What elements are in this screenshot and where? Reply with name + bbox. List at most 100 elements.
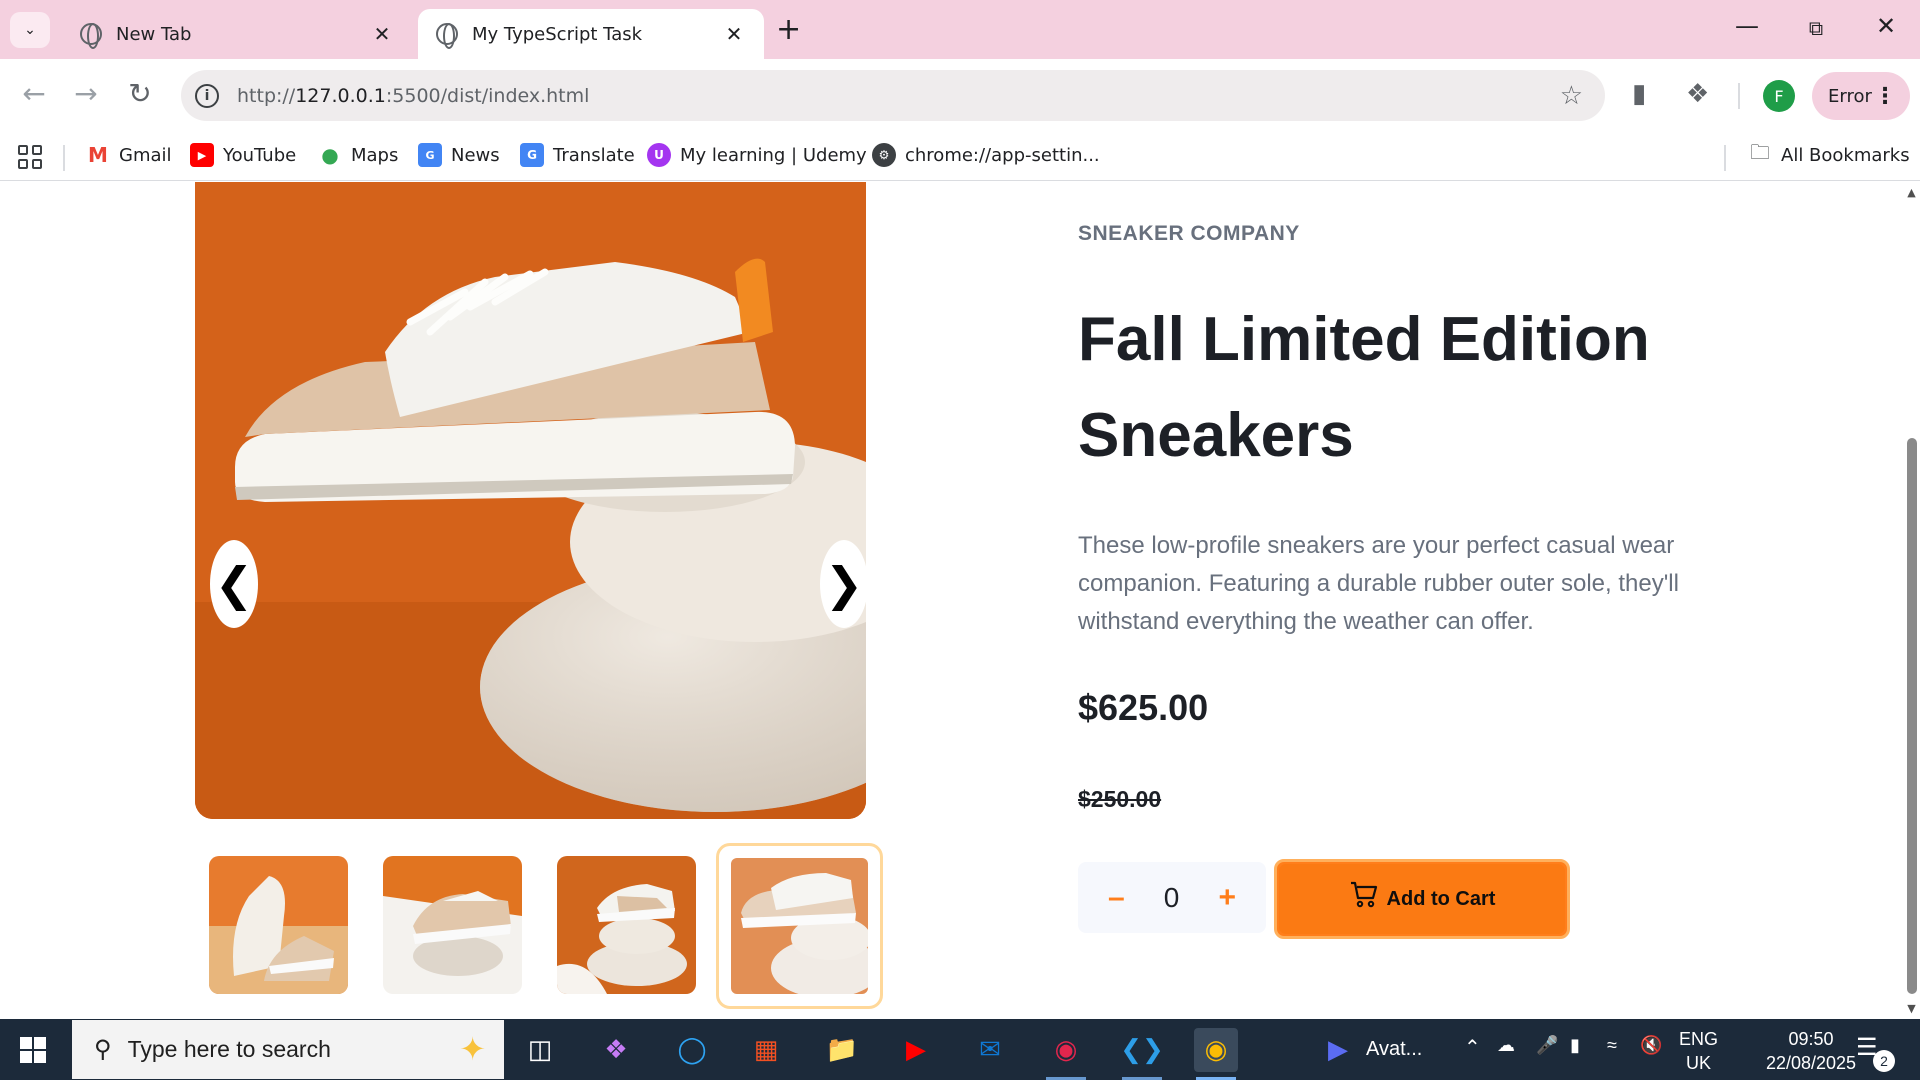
wifi-icon[interactable]: ≈ [1607, 1035, 1617, 1056]
bookmarks-divider [63, 145, 65, 171]
clock-date: 22/08/2025 [1765, 1053, 1857, 1073]
outlook-icon[interactable]: ✉ [968, 1028, 1012, 1072]
product-hero-image: ❮ ❯ [195, 182, 866, 819]
windows-start-icon[interactable] [20, 1037, 46, 1063]
copilot-icon[interactable]: ❖ [594, 1028, 638, 1072]
profile-avatar[interactable]: F [1763, 80, 1795, 112]
microphone-icon[interactable]: 🎤 [1536, 1035, 1558, 1056]
translate-icon: G [520, 143, 544, 167]
zoom-app-label[interactable]: Avat... [1366, 1038, 1422, 1061]
close-window-icon[interactable]: ✕ [1866, 12, 1906, 40]
taskbar-search-placeholder: Type here to search [127, 1036, 331, 1062]
quantity-stepper: – 0 + [1078, 862, 1266, 933]
bookmark-chrome-settings[interactable]: ⚙ chrome://app-settin... [872, 143, 1100, 167]
increase-quantity-button[interactable]: + [1218, 881, 1236, 915]
restore-icon[interactable]: ⧉ [1796, 16, 1836, 40]
add-to-cart-button[interactable]: Add to Cart [1274, 859, 1570, 939]
thumbnail-2[interactable] [383, 856, 522, 994]
scrollbar-thumb[interactable] [1907, 438, 1917, 994]
scroll-up-icon[interactable]: ▲ [1903, 186, 1920, 200]
back-icon[interactable]: ← [14, 77, 54, 110]
udemy-icon: U [647, 143, 671, 167]
bookmark-label: Maps [351, 144, 399, 166]
globe-icon [80, 23, 102, 49]
maps-icon: ● [318, 143, 342, 167]
product-description: These low-profile sneakers are your perf… [1078, 532, 1679, 635]
error-label: Error [1828, 85, 1872, 107]
carousel-prev-button[interactable]: ❮ [210, 540, 258, 628]
file-explorer-icon[interactable]: 📁 [820, 1028, 864, 1072]
screen-recorder-icon[interactable]: ◉ [1044, 1028, 1088, 1080]
minimize-icon[interactable]: — [1727, 12, 1767, 40]
decrease-quantity-button[interactable]: – [1108, 881, 1125, 915]
bookmark-udemy[interactable]: U My learning | Udemy [647, 143, 867, 167]
quantity-value: 0 [1163, 881, 1180, 913]
company-label: SNEAKER COMPANY [1078, 222, 1300, 245]
apps-grid-icon[interactable] [18, 145, 42, 169]
toolbar-divider [1738, 83, 1740, 109]
new-tab-button[interactable]: + [776, 14, 801, 46]
battery-icon[interactable]: ▮ [1570, 1035, 1580, 1056]
bookmark-news[interactable]: G News [418, 143, 500, 167]
page-scrollbar[interactable]: ▲ ▼ [1903, 182, 1920, 1019]
youtube-icon: ▶ [190, 143, 214, 167]
tab-search-button[interactable]: ⌄ [10, 12, 50, 48]
extensions-icon[interactable]: ❖ [1686, 79, 1709, 109]
reading-mode-icon[interactable]: ▮ [1632, 79, 1646, 109]
address-bar[interactable]: i http://127.0.0.1:5500/dist/index.html … [181, 70, 1605, 121]
product-old-price: $250.00 [1078, 786, 1162, 812]
bookmark-star-icon[interactable]: ☆ [1560, 81, 1583, 111]
forward-icon[interactable]: → [66, 77, 106, 110]
tab-my-typescript-task[interactable]: My TypeScript Task ✕ [418, 9, 764, 59]
product-price: $625.00 [1078, 687, 1209, 728]
tray-overflow-icon[interactable]: ⌃ [1464, 1035, 1481, 1060]
close-tab-icon[interactable]: ✕ [370, 22, 394, 46]
sneaker-on-stones-illustration [195, 182, 866, 819]
task-view-icon[interactable]: ◫ [518, 1028, 562, 1072]
bookmark-translate[interactable]: G Translate [520, 143, 635, 167]
zoom-app-icon[interactable]: ▶ [1316, 1028, 1360, 1072]
language-indicator[interactable]: ENG UK [1679, 1027, 1718, 1075]
bookmark-maps[interactable]: ● Maps [318, 143, 398, 167]
thumbnail-3[interactable] [557, 856, 696, 994]
site-info-icon[interactable]: i [195, 83, 219, 108]
folder-icon: 🗀 [1748, 140, 1772, 167]
chrome-icon[interactable]: ◉ [1194, 1028, 1238, 1080]
thumbnail-4-selected[interactable] [716, 843, 883, 1009]
bookmark-youtube[interactable]: ▶ YouTube [190, 143, 296, 167]
youtube-app-icon[interactable]: ▶ [894, 1028, 938, 1072]
volume-muted-icon[interactable]: 🔇 [1640, 1035, 1662, 1056]
keyboard-layout-line: UK [1686, 1053, 1712, 1073]
chevron-left-icon: ❮ [214, 557, 254, 611]
microsoft-store-icon[interactable]: ▦ [744, 1028, 788, 1072]
thumbnail-1[interactable] [209, 856, 348, 994]
edge-icon[interactable]: ◯ [670, 1028, 714, 1072]
bookmarks-divider [1724, 145, 1726, 171]
news-icon: G [418, 143, 442, 167]
all-bookmarks-button[interactable]: 🗀 All Bookmarks [1748, 140, 1910, 167]
bookmark-label: My learning | Udemy [680, 144, 867, 166]
reload-icon[interactable]: ↻ [120, 77, 160, 110]
carousel-next-button[interactable]: ❯ [820, 540, 866, 628]
url-text[interactable]: http://127.0.0.1:5500/dist/index.html [237, 85, 1560, 107]
thumbnail-image [383, 856, 522, 994]
taskbar-search-box[interactable]: ⚲ Type here to search ✦ [72, 1020, 504, 1079]
cart-icon [1350, 881, 1377, 908]
bookmark-label: YouTube [223, 144, 297, 166]
chrome-settings-icon: ⚙ [872, 143, 896, 167]
vscode-icon[interactable]: ❮❯ [1120, 1028, 1164, 1080]
error-menu-button[interactable]: Error ⋮ [1812, 72, 1910, 120]
bookmark-label: chrome://app-settin... [905, 144, 1100, 166]
onedrive-icon[interactable]: ☁ [1497, 1035, 1515, 1056]
clock[interactable]: 09:50 22/08/2025 [1749, 1027, 1873, 1075]
bookmark-label: Translate [553, 144, 635, 166]
scroll-down-icon[interactable]: ▼ [1903, 1002, 1920, 1016]
add-to-cart-label: Add to Cart [1386, 887, 1496, 910]
tab-new-tab[interactable]: New Tab ✕ [62, 9, 412, 59]
thumbnail-image [209, 856, 348, 994]
bookmark-label: All Bookmarks [1781, 144, 1910, 166]
chevron-down-icon: ⌄ [24, 22, 36, 38]
close-tab-icon[interactable]: ✕ [722, 22, 746, 46]
chevron-right-icon: ❯ [824, 557, 864, 611]
bookmark-gmail[interactable]: M Gmail [86, 143, 172, 167]
